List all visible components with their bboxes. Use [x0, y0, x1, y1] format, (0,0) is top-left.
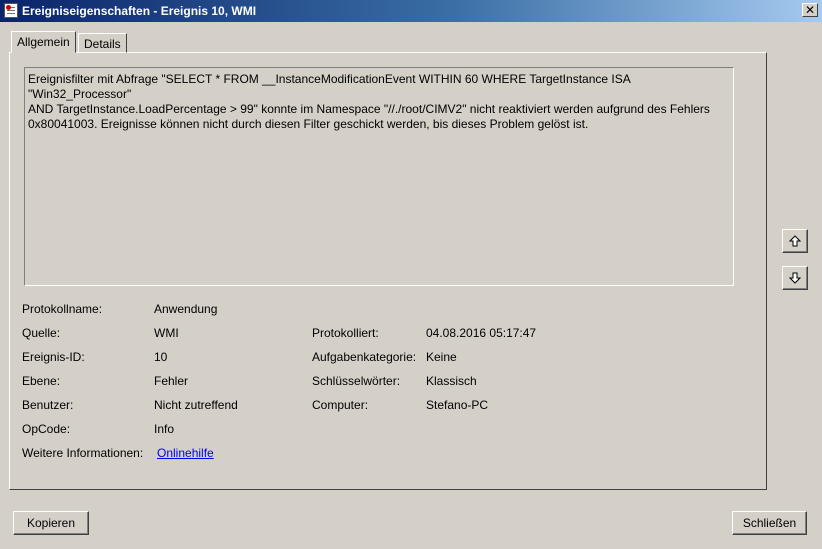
ereignis-id-label: Ereignis-ID: [22, 350, 85, 364]
tab-details[interactable]: Details [78, 33, 127, 53]
next-event-button[interactable] [782, 266, 808, 290]
arrow-down-icon [789, 272, 801, 284]
computer-value: Stefano-PC [426, 398, 489, 412]
protokolliert-label: Protokolliert: [312, 326, 379, 340]
window-title: Ereigniseigenschaften - Ereignis 10, WMI [22, 4, 257, 18]
opcode-label: OpCode: [22, 422, 71, 436]
event-description-box[interactable]: Ereignisfilter mit Abfrage "SELECT * FRO… [24, 67, 734, 286]
ebene-value: Fehler [154, 374, 189, 388]
ereignis-id-value: 10 [154, 350, 168, 364]
arrow-up-icon [789, 235, 801, 247]
onlinehilfe-link[interactable]: Onlinehilfe [157, 446, 214, 460]
computer-label: Computer: [312, 398, 369, 412]
schluesselwoerter-value: Klassisch [426, 374, 477, 388]
protokollname-value: Anwendung [154, 302, 218, 316]
aufgabenkategorie-label: Aufgabenkategorie: [312, 350, 417, 364]
tab-allgemein[interactable]: Allgemein [11, 31, 76, 53]
description-line: 0x80041003. Ereignisse können nicht durc… [28, 117, 589, 131]
copy-button[interactable]: Kopieren [13, 511, 89, 535]
weitere-informationen-label: Weitere Informationen: [22, 446, 144, 460]
window-close-button[interactable]: ✕ [802, 3, 818, 17]
protokollname-label: Protokollname: [22, 302, 103, 316]
benutzer-label: Benutzer: [22, 398, 74, 412]
event-viewer-icon [4, 3, 18, 18]
description-line: Ereignisfilter mit Abfrage "SELECT * FRO… [28, 72, 631, 101]
title-bar: Ereigniseigenschaften - Ereignis 10, WMI… [0, 0, 822, 22]
aufgabenkategorie-value: Keine [426, 350, 457, 364]
quelle-value: WMI [154, 326, 179, 340]
description-line: AND TargetInstance.LoadPercentage > 99" … [28, 102, 710, 116]
previous-event-button[interactable] [782, 229, 808, 253]
ebene-label: Ebene: [22, 374, 61, 388]
benutzer-value: Nicht zutreffend [154, 398, 238, 412]
schluesselwoerter-label: Schlüsselwörter: [312, 374, 401, 388]
opcode-value: Info [154, 422, 175, 436]
protokolliert-value: 04.08.2016 05:17:47 [426, 326, 537, 340]
quelle-label: Quelle: [22, 326, 61, 340]
close-button[interactable]: Schließen [732, 511, 807, 535]
